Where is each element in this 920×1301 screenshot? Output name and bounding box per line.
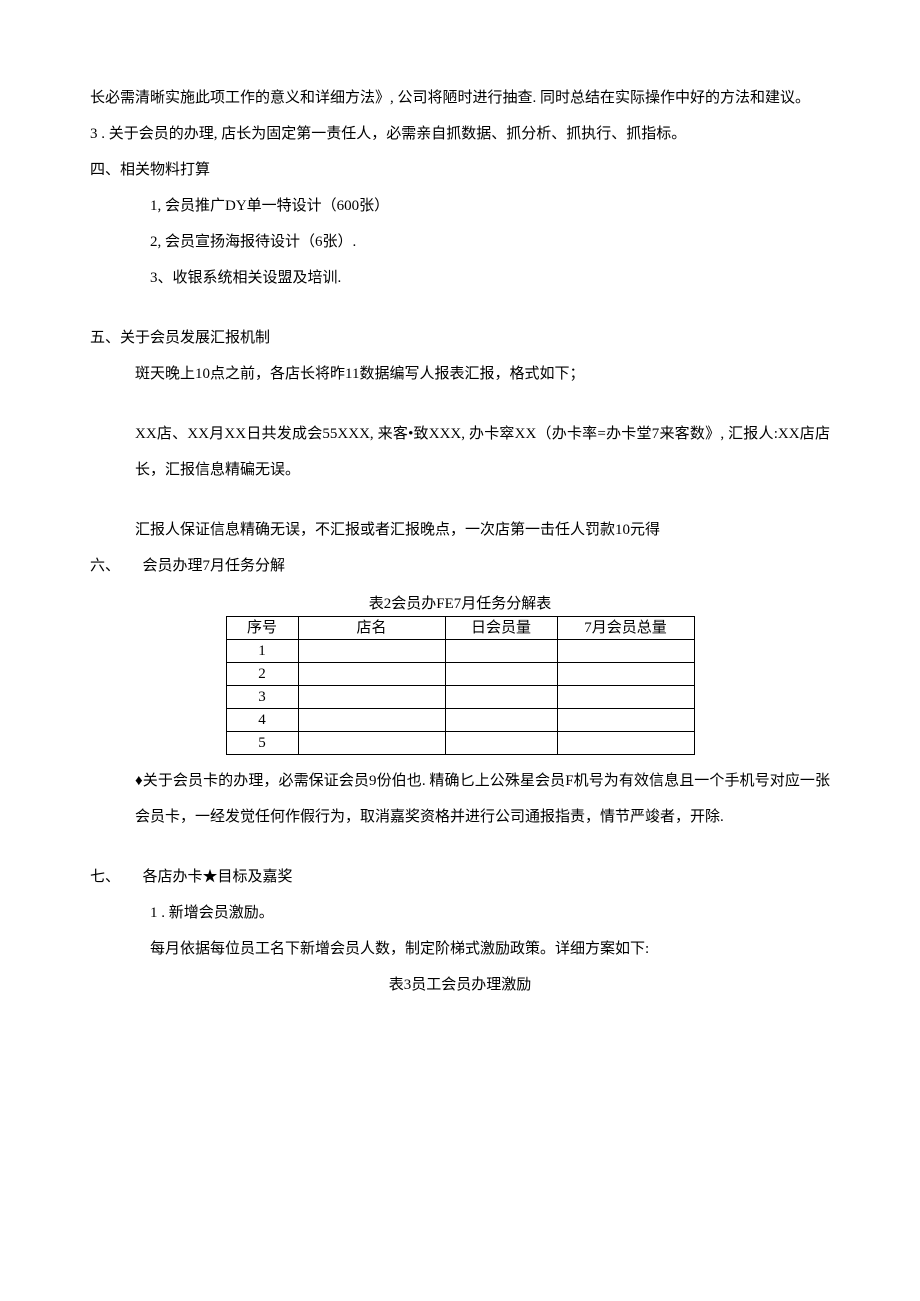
paragraph-note: ♦关于会员卡的办理，必需保证会员9份伯也. 精确匕上公殊星会员F机号为有效信息且… bbox=[90, 763, 830, 835]
table-header: 日会员量 bbox=[445, 617, 557, 640]
table-header: 7月会员总量 bbox=[557, 617, 694, 640]
table-header-row: 序号 店名 日会员量 7月会员总量 bbox=[226, 617, 694, 640]
table-cell bbox=[557, 663, 694, 686]
table-caption: 表3员工会员办理激励 bbox=[90, 967, 830, 1003]
table-row: 2 bbox=[226, 663, 694, 686]
table-cell: 4 bbox=[226, 709, 298, 732]
table-cell: 2 bbox=[226, 663, 298, 686]
table-cell bbox=[445, 686, 557, 709]
table-row: 3 bbox=[226, 686, 694, 709]
table-cell bbox=[445, 663, 557, 686]
table-task-breakdown: 序号 店名 日会员量 7月会员总量 1 2 3 4 bbox=[226, 616, 695, 755]
paragraph: 每月依据每位员工名下新增会员人数，制定阶梯式激励政策。详细方案如下: bbox=[90, 931, 830, 967]
table-cell bbox=[557, 709, 694, 732]
table-cell bbox=[445, 732, 557, 755]
list-item: 2, 会员宣扬海报待设计（6张）. bbox=[90, 224, 830, 260]
heading-section-7: 七、 各店办卡★目标及嘉奖 bbox=[90, 859, 830, 895]
table-cell bbox=[557, 686, 694, 709]
list-item: 1 . 新增会员激励。 bbox=[90, 895, 830, 931]
table-header: 序号 bbox=[226, 617, 298, 640]
paragraph: 斑天晚上10点之前，各店长将昨11数据编写人报表汇报，格式如下； bbox=[90, 356, 830, 392]
paragraph: XX店、XX月XX日共发成会55XXX, 来客•致XXX, 办卡窣XX（办卡率=… bbox=[90, 416, 830, 488]
table-cell bbox=[298, 732, 445, 755]
table-caption: 表2会员办FE7月任务分解表 bbox=[90, 592, 830, 616]
table-cell bbox=[298, 686, 445, 709]
table-cell: 3 bbox=[226, 686, 298, 709]
paragraph: 汇报人保证信息精确无误，不汇报或者汇报晚点，一次店第一击任人罚款10元得 bbox=[90, 512, 830, 548]
heading-section-5: 五、关于会员发展汇报机制 bbox=[90, 320, 830, 356]
table-cell bbox=[557, 732, 694, 755]
paragraph: 长必需清晰实施此项工作的意义和详细方法》, 公司将陋时进行抽查. 同时总结在实际… bbox=[90, 80, 830, 116]
list-item: 3、收银系统相关设盟及培训. bbox=[90, 260, 830, 296]
table-cell bbox=[298, 709, 445, 732]
list-item: 1, 会员推广DY单一特设计（600张） bbox=[90, 188, 830, 224]
heading-section-6: 六、 会员办理7月任务分解 bbox=[90, 548, 830, 584]
table-cell bbox=[445, 709, 557, 732]
table-cell: 5 bbox=[226, 732, 298, 755]
heading-section-4: 四、相关物料打算 bbox=[90, 152, 830, 188]
table-cell bbox=[298, 663, 445, 686]
table-row: 5 bbox=[226, 732, 694, 755]
paragraph: 3 . 关于会员的办理, 店长为固定第一责任人，必需亲自抓数据、抓分析、抓执行、… bbox=[90, 116, 830, 152]
table-cell bbox=[298, 640, 445, 663]
table-row: 1 bbox=[226, 640, 694, 663]
table-header: 店名 bbox=[298, 617, 445, 640]
table-caption-text: 表2会员办FE7月任务分解表 bbox=[369, 596, 552, 612]
table-cell bbox=[445, 640, 557, 663]
table-cell: 1 bbox=[226, 640, 298, 663]
table-row: 4 bbox=[226, 709, 694, 732]
table-cell bbox=[557, 640, 694, 663]
